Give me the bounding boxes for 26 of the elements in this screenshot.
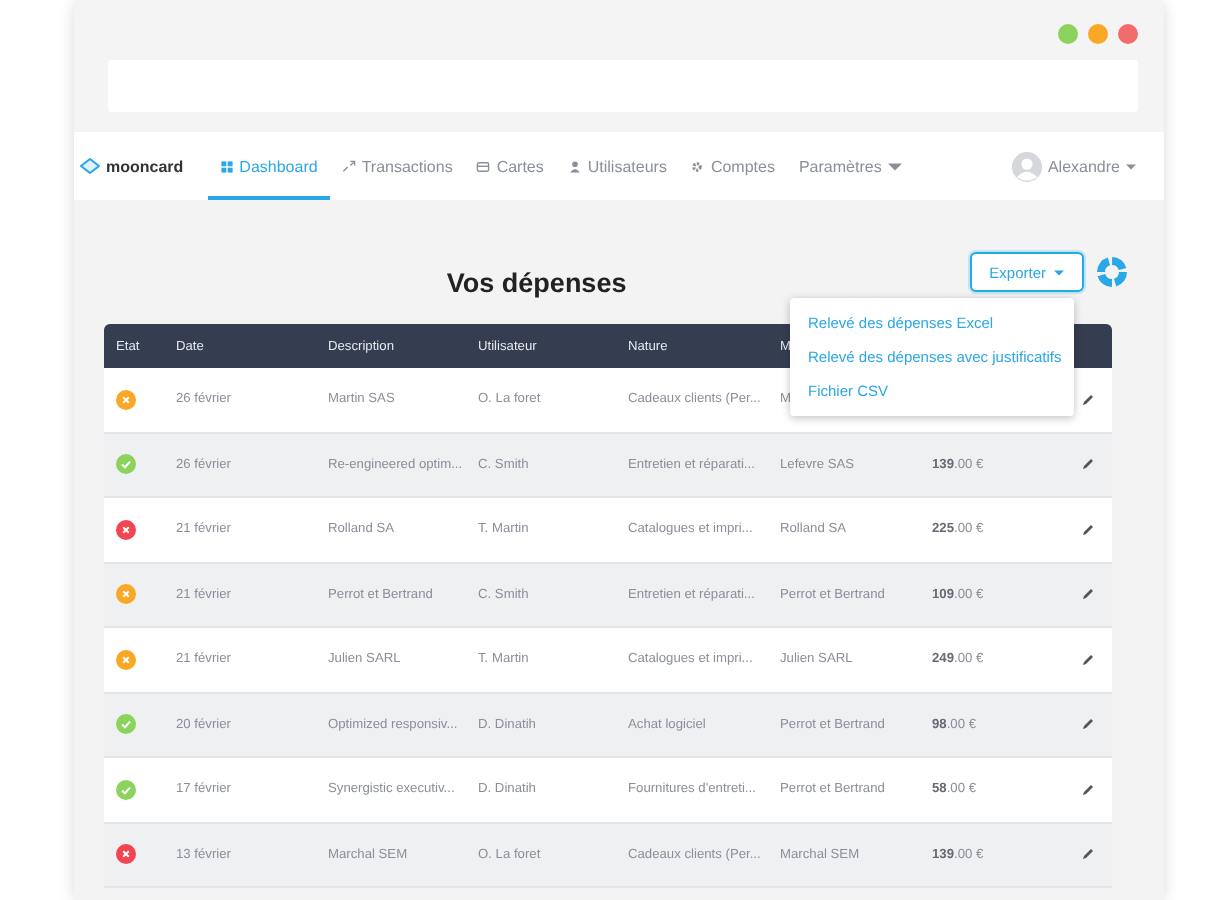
pencil-icon[interactable] bbox=[1082, 783, 1094, 796]
close-icon[interactable] bbox=[1118, 24, 1138, 44]
arrows-icon bbox=[341, 159, 356, 173]
pencil-icon[interactable] bbox=[1082, 588, 1094, 601]
nav-tab[interactable]: Paramètres bbox=[786, 132, 914, 200]
card-icon bbox=[476, 159, 491, 173]
grid-icon bbox=[219, 159, 234, 173]
caret-icon bbox=[1054, 269, 1064, 275]
pencil-icon[interactable] bbox=[1082, 523, 1094, 536]
logo-icon bbox=[80, 158, 100, 174]
pencil-icon[interactable] bbox=[1082, 653, 1094, 666]
pencil-icon[interactable] bbox=[1082, 458, 1094, 471]
pencil-icon[interactable] bbox=[1082, 393, 1094, 406]
nav-tab[interactable]: Comptes bbox=[678, 132, 787, 200]
nav-tab[interactable]: Cartes bbox=[464, 132, 556, 200]
person-icon bbox=[567, 159, 582, 173]
nav-tab[interactable]: Transactions bbox=[329, 132, 465, 200]
page-title: Vos dépenses bbox=[444, 265, 629, 297]
nav-tab[interactable]: Utilisateurs bbox=[555, 132, 679, 200]
pencil-icon[interactable] bbox=[1082, 718, 1094, 731]
nav-tab[interactable]: Dashboard bbox=[207, 132, 330, 200]
caret-icon bbox=[1126, 163, 1136, 169]
user-menu[interactable]: Alexandre bbox=[999, 132, 1148, 200]
brand-name: mooncard bbox=[106, 157, 184, 175]
pencil-icon[interactable] bbox=[1082, 848, 1094, 861]
avatar-icon bbox=[1011, 151, 1042, 181]
